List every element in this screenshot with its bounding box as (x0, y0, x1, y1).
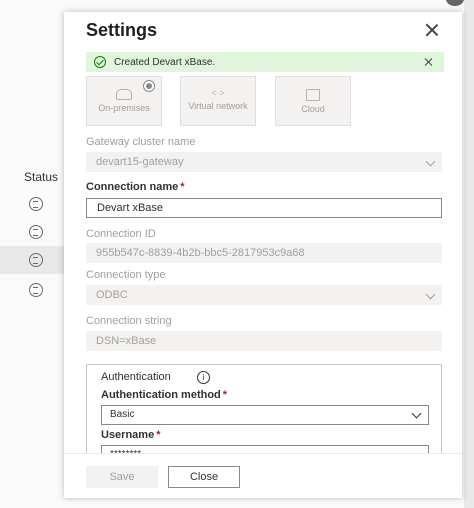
tile-label: On-premises (98, 103, 150, 113)
connection-name-label: Connection name * (86, 181, 185, 193)
connection-string-field: DSN=xBase (86, 331, 442, 351)
table-row[interactable] (0, 190, 64, 218)
tile-label: Virtual network (188, 101, 248, 111)
cloud-icon (306, 89, 320, 101)
panel-title: Settings (86, 20, 158, 40)
status-icon (29, 253, 43, 267)
authentication-title: Authentication (101, 371, 171, 383)
connection-id-label: Connection ID (86, 228, 156, 240)
username-label: Username * (101, 429, 161, 441)
avatar[interactable] (446, 0, 464, 6)
gateway-cluster-label: Gateway cluster name (86, 136, 196, 148)
gateway-cluster-value: devart15-gateway (96, 156, 184, 168)
connection-type-label: Connection type (86, 269, 166, 281)
auth-method-select[interactable]: Basic (101, 405, 429, 425)
table-row[interactable] (0, 218, 64, 246)
banner-text: Created Devart xBase. (114, 56, 216, 68)
close-button[interactable]: Close (168, 466, 240, 488)
tile-cloud[interactable]: Cloud (275, 76, 351, 126)
gateway-cluster-select: devart15-gateway (86, 152, 442, 172)
chevron-down-icon (425, 156, 436, 167)
tile-label: Cloud (301, 104, 325, 114)
auth-method-value: Basic (110, 409, 135, 420)
virtual-network-icon: <·> (211, 88, 225, 98)
check-circle-icon (94, 56, 106, 68)
banner-close-icon[interactable] (424, 57, 434, 67)
connection-name-input[interactable]: Devart xBase (86, 198, 442, 218)
tile-virtual-network[interactable]: <·> Virtual network (180, 76, 256, 126)
connection-type-value: ODBC (96, 289, 128, 301)
status-column-header: Status (24, 170, 59, 184)
authentication-section: Authentication i Authentication method * … (86, 364, 442, 460)
tile-on-premises[interactable]: On-premises (86, 76, 162, 126)
table-row[interactable] (0, 276, 64, 304)
settings-panel: Settings Created Devart xBase. On-premis… (64, 12, 462, 498)
save-button[interactable]: Save (86, 466, 158, 488)
success-banner: Created Devart xBase. (86, 52, 444, 72)
auth-method-label: Authentication method * (101, 389, 228, 401)
status-icon (29, 225, 43, 239)
panel-footer: Save Close (64, 453, 462, 498)
page-scrollbar[interactable] (464, 0, 474, 508)
chevron-down-icon (425, 289, 436, 300)
close-icon[interactable] (424, 22, 440, 38)
radio-icon[interactable] (143, 80, 155, 92)
status-icon (29, 283, 43, 297)
connection-id-field: 955b547c-8839-4b2b-bbc5-2817953c9a68 (86, 243, 442, 263)
gateway-icon (116, 89, 132, 100)
connection-string-label: Connection string (86, 315, 172, 327)
status-icon (29, 197, 43, 211)
table-row[interactable] (0, 246, 64, 274)
connection-type-select: ODBC (86, 285, 442, 305)
chevron-down-icon (411, 408, 422, 419)
info-icon[interactable]: i (197, 371, 210, 384)
